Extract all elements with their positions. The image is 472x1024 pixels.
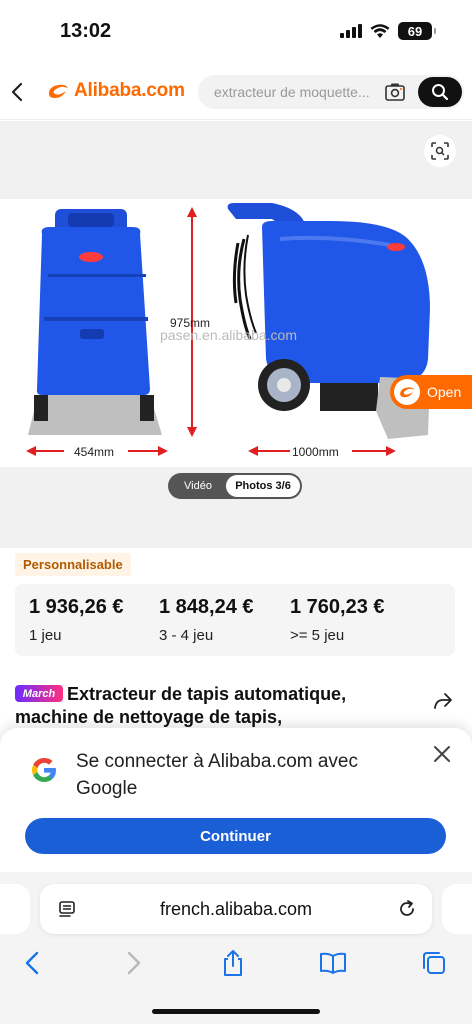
continue-button[interactable]: Continuer xyxy=(25,818,446,854)
machine-front-view xyxy=(28,209,162,435)
signal-icon xyxy=(340,24,362,38)
open-app-button[interactable]: Open xyxy=(390,375,472,409)
status-bar: 13:02 69 xyxy=(0,0,472,64)
promo-badge: March xyxy=(15,685,63,702)
chevron-left-icon xyxy=(11,82,23,102)
browser-chrome: french.alibaba.com xyxy=(0,872,472,1024)
battery-icon: 69 xyxy=(398,22,436,40)
product-image[interactable]: pasen.en.alibaba.com 975mm 454mm 1000mm xyxy=(0,199,472,467)
dim-height-label: 975mm xyxy=(170,316,210,330)
bookmarks-icon xyxy=(320,952,346,974)
bookmarks-button[interactable] xyxy=(318,948,348,978)
url-text[interactable]: french.alibaba.com xyxy=(40,899,432,920)
search-input[interactable]: extracteur de moquette... xyxy=(214,84,382,100)
price-tier: 1 848,24 € 3 - 4 jeu xyxy=(159,596,254,644)
price-quantity: 1 jeu xyxy=(29,627,62,644)
price-quantity: 3 - 4 jeu xyxy=(159,627,214,644)
status-icons: 69 xyxy=(340,22,436,40)
alibaba-logo[interactable]: Alibaba.com xyxy=(46,79,185,103)
app-header: Alibaba.com extracteur de moquette... xyxy=(0,64,472,120)
next-tab-peek[interactable] xyxy=(442,884,472,934)
share-button[interactable] xyxy=(218,948,248,978)
search-bar[interactable]: extracteur de moquette... xyxy=(198,75,464,109)
dim-width-left-label: 454mm xyxy=(74,445,114,459)
previous-tab-peek[interactable] xyxy=(0,884,30,934)
back-button[interactable] xyxy=(6,78,28,106)
back-nav-button[interactable] xyxy=(17,948,47,978)
address-bar[interactable]: french.alibaba.com xyxy=(40,884,432,934)
share-icon xyxy=(224,950,242,976)
price-value: 1 936,26 € xyxy=(29,596,124,618)
product-title: Extracteur de tapis automatique, machine… xyxy=(15,684,347,727)
tab-photos[interactable]: Photos 3/6 xyxy=(226,475,300,497)
tabs-button[interactable] xyxy=(419,948,449,978)
wifi-icon xyxy=(370,23,390,38)
product-gallery[interactable]: pasen.en.alibaba.com 975mm 454mm 1000mm … xyxy=(0,121,472,548)
product-image-drawing: pasen.en.alibaba.com 975mm 454mm 1000mm xyxy=(26,203,430,459)
reload-icon[interactable] xyxy=(396,898,418,920)
price-value: 1 760,23 € xyxy=(290,596,385,618)
price-tier: 1 760,23 € >= 5 jeu xyxy=(290,596,385,644)
open-label: Open xyxy=(427,384,462,400)
tab-video[interactable]: Vidéo xyxy=(170,480,226,492)
signin-message: Se connecter à Alibaba.com avec Google xyxy=(76,751,359,799)
forward-icon xyxy=(127,951,141,975)
google-logo-icon xyxy=(32,757,56,782)
dim-width-right-label: 1000mm xyxy=(292,445,339,459)
alibaba-app-icon xyxy=(394,379,420,405)
share-arrow-icon[interactable] xyxy=(432,690,454,712)
media-switch[interactable]: Vidéo Photos 3/6 xyxy=(168,473,302,499)
price-tier: 1 936,26 € 1 jeu xyxy=(29,596,124,644)
camera-search-icon[interactable] xyxy=(384,81,406,103)
alibaba-logo-icon xyxy=(48,84,68,98)
tabs-icon xyxy=(423,952,445,974)
google-signin-sheet: Se connecter à Alibaba.com avec Google C… xyxy=(0,728,472,884)
search-icon xyxy=(432,84,449,101)
back-icon xyxy=(25,951,39,975)
scan-icon xyxy=(431,142,449,160)
search-button[interactable] xyxy=(418,77,462,107)
status-time: 13:02 xyxy=(60,20,112,42)
forward-nav-button[interactable] xyxy=(119,948,149,978)
customizable-badge: Personnalisable xyxy=(15,553,131,576)
battery-level: 69 xyxy=(407,23,423,39)
image-search-button[interactable] xyxy=(424,135,456,167)
price-tiers: 1 936,26 € 1 jeu 1 848,24 € 3 - 4 jeu 1 … xyxy=(15,584,455,656)
close-icon[interactable] xyxy=(432,744,452,764)
home-indicator xyxy=(152,1009,320,1014)
price-quantity: >= 5 jeu xyxy=(290,627,345,644)
price-value: 1 848,24 € xyxy=(159,596,254,618)
browser-toolbar xyxy=(0,946,472,982)
logo-text: Alibaba.com xyxy=(74,80,185,101)
